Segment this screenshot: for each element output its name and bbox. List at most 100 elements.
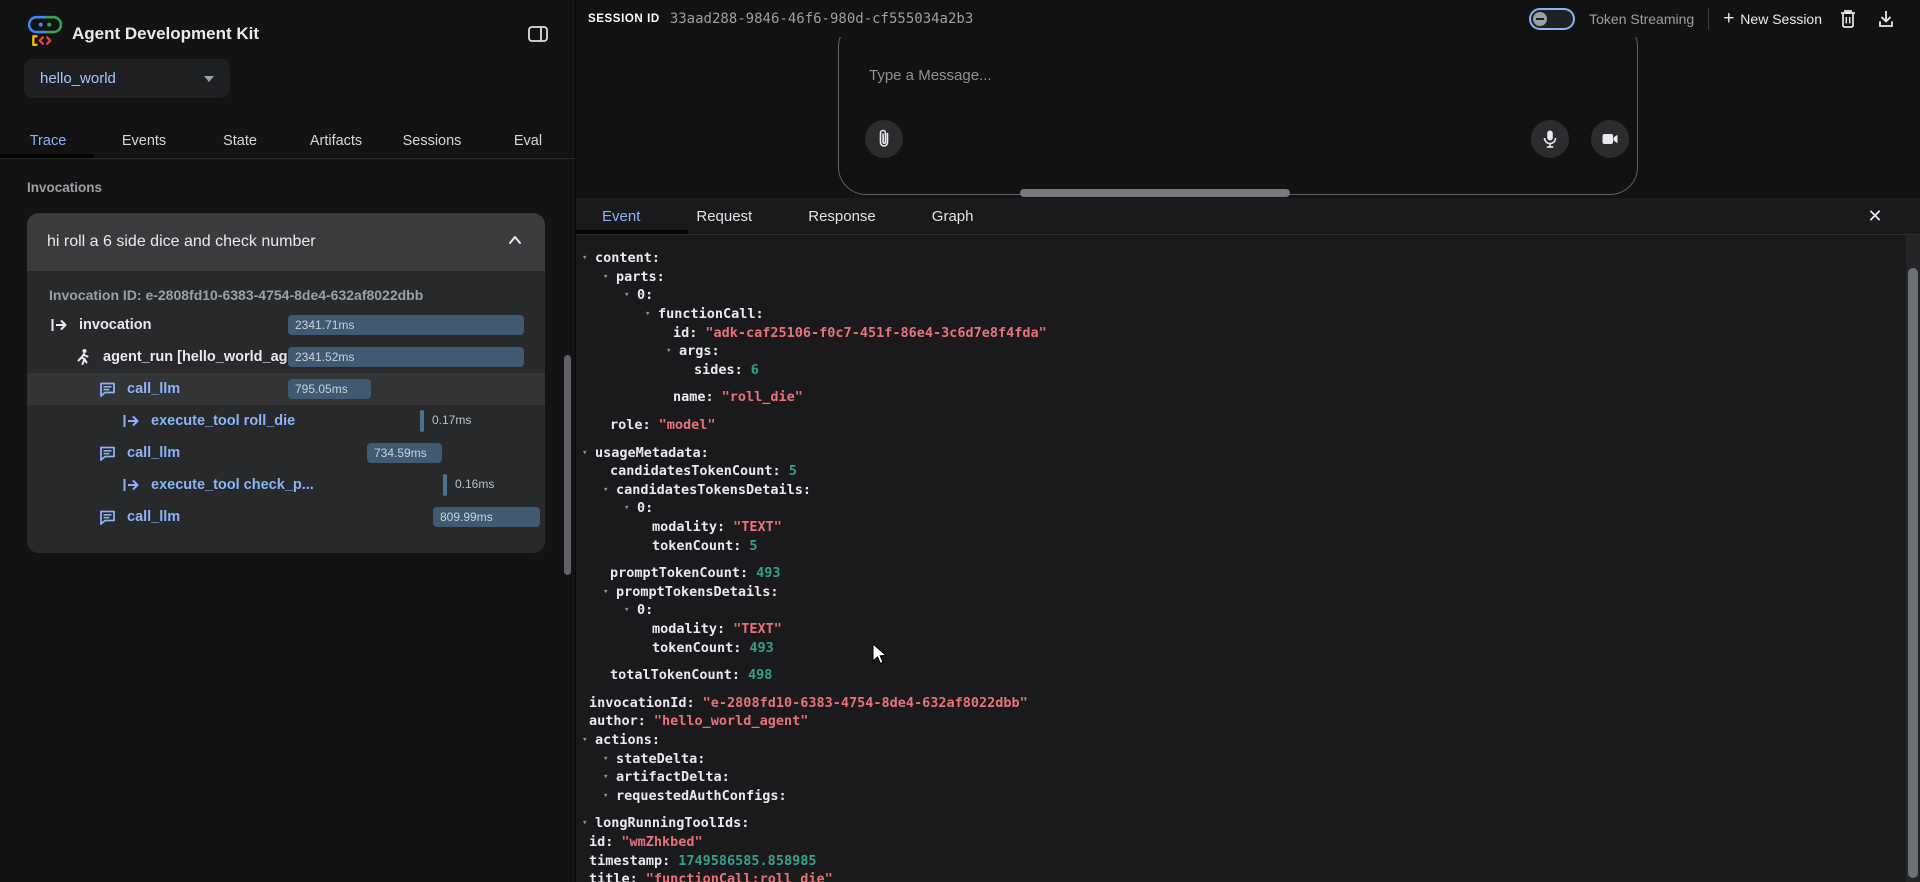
tab-eval[interactable]: Eval	[480, 124, 576, 158]
json-key: totalTokenCount:	[610, 667, 740, 683]
token-streaming-toggle[interactable]	[1529, 8, 1575, 30]
new-session-button[interactable]: + New Session	[1723, 11, 1822, 27]
trace-card-header[interactable]: hi roll a 6 side dice and check number	[27, 213, 545, 271]
json-line: ▾0:	[582, 286, 1920, 305]
agent-select-dropdown[interactable]: hello_world	[24, 59, 230, 98]
expand-triangle-icon[interactable]: ▾	[603, 772, 616, 782]
json-line: ▾usageMetadata:	[582, 443, 1920, 462]
json-line: tokenCount:493	[582, 638, 1920, 657]
trace-span-row[interactable]: execute_tool roll_die0.17ms	[27, 405, 545, 437]
trace-duration-bar: 2341.52ms	[288, 347, 524, 367]
microphone-button[interactable]	[1531, 120, 1569, 158]
maps-to-icon	[121, 475, 141, 495]
json-value: "model"	[659, 417, 716, 433]
json-value: "wmZhkbed"	[621, 834, 702, 850]
json-line: ▾candidatesTokensDetails:	[582, 481, 1920, 500]
invocation-id: Invocation ID: e-2808fd10-6383-4754-8de4…	[49, 287, 545, 303]
message-input[interactable]	[867, 66, 1471, 85]
json-line: id: "wmZhkbed"	[582, 833, 1920, 852]
chevron-down-icon	[204, 76, 214, 82]
trace-duration-label: 0.16ms	[455, 477, 494, 491]
trace-span-row[interactable]: call_llm734.59ms	[27, 437, 545, 469]
json-key: promptTokensDetails:	[616, 584, 779, 600]
active-tab-ink-bar	[0, 154, 94, 158]
json-key: id:	[589, 834, 613, 850]
trace-duration-bar: 2341.71ms	[288, 315, 524, 335]
trace-span-row[interactable]: call_llm795.05ms	[27, 373, 545, 405]
adk-robot-logo	[28, 14, 62, 48]
chat-icon	[97, 379, 117, 399]
vertical-scrollbar[interactable]	[1908, 268, 1918, 878]
video-button[interactable]	[1591, 120, 1629, 158]
json-key: modality:	[652, 519, 725, 535]
json-key: name:	[673, 389, 714, 405]
trace-span-row[interactable]: execute_tool check_p...0.16ms	[27, 469, 545, 501]
expand-triangle-icon[interactable]: ▾	[582, 253, 595, 263]
horizontal-scrollbar[interactable]	[1020, 189, 1290, 197]
new-session-label: New Session	[1740, 11, 1822, 27]
left-panel-scrollbar[interactable]	[564, 355, 571, 575]
detail-tab-event[interactable]: Event	[602, 208, 640, 225]
tab-state[interactable]: State	[192, 124, 288, 158]
json-value: "e-2808fd10-6383-4754-8de4-632af8022dbb"	[703, 695, 1028, 711]
detail-tab-response[interactable]: Response	[808, 208, 876, 225]
json-line: ▾stateDelta:	[582, 749, 1920, 768]
tab-trace[interactable]: Trace	[0, 124, 96, 158]
tab-bar-divider	[0, 158, 576, 159]
json-line: id:"adk-caf25106-f0c7-451f-86e4-3c6d7e8f…	[582, 323, 1920, 342]
expand-triangle-icon[interactable]: ▾	[603, 754, 616, 764]
app-title: Agent Development Kit	[72, 24, 259, 44]
expand-triangle-icon[interactable]: ▾	[582, 448, 595, 458]
trace-span-row[interactable]: call_llm809.99ms	[27, 501, 545, 533]
expand-triangle-icon[interactable]: ▾	[624, 503, 637, 513]
session-header: SESSION ID 33aad288-9846-46f6-980d-cf555…	[576, 0, 1920, 37]
trace-duration-tick	[420, 410, 424, 432]
json-key: role:	[610, 417, 651, 433]
chat-icon	[97, 443, 117, 463]
detail-tab-request[interactable]: Request	[696, 208, 752, 225]
toggle-knob	[1533, 12, 1547, 26]
attach-file-button[interactable]	[865, 120, 903, 158]
expand-triangle-icon[interactable]: ▾	[603, 272, 616, 282]
expand-triangle-icon[interactable]: ▾	[645, 309, 658, 319]
expand-triangle-icon[interactable]: ▾	[582, 818, 595, 828]
expand-triangle-icon[interactable]: ▾	[624, 605, 637, 615]
left-panel: Agent Development Kit hello_world TraceE…	[0, 0, 576, 882]
detail-tab-graph[interactable]: Graph	[932, 208, 974, 225]
expand-triangle-icon[interactable]: ▾	[582, 735, 595, 745]
expand-triangle-icon[interactable]: ▾	[666, 346, 679, 356]
collapse-panel-icon[interactable]	[526, 22, 550, 46]
delete-session-button[interactable]	[1836, 7, 1860, 31]
json-line: ▾0:	[582, 601, 1920, 620]
trace-span-row[interactable]: agent_run [hello_world_agent]2341.52ms	[27, 341, 545, 373]
close-icon[interactable]: ✕	[1864, 205, 1886, 227]
tab-artifacts[interactable]: Artifacts	[288, 124, 384, 158]
token-streaming-label: Token Streaming	[1589, 11, 1694, 27]
trace-span-row[interactable]: invocation 2341.71ms	[27, 309, 545, 341]
expand-triangle-icon[interactable]: ▾	[624, 290, 637, 300]
download-session-button[interactable]	[1874, 7, 1898, 31]
json-line: tokenCount:5	[582, 536, 1920, 555]
json-key: content:	[595, 250, 660, 266]
json-line: ▾actions:	[582, 731, 1920, 750]
json-line: author:"hello_world_agent"	[582, 712, 1920, 731]
json-value: 5	[749, 538, 757, 554]
detail-tab-bar: Event Request Response Graph	[576, 198, 1920, 235]
json-value: 498	[748, 667, 772, 683]
tab-sessions[interactable]: Sessions	[384, 124, 480, 158]
json-value: "functionCall:roll_die"	[646, 871, 833, 882]
session-id-value: 33aad288-9846-46f6-980d-cf555034a2b3	[670, 11, 973, 27]
json-line: invocationId:"e-2808fd10-6383-4754-8de4-…	[582, 693, 1920, 712]
tab-events[interactable]: Events	[96, 124, 192, 158]
json-value: 493	[749, 640, 773, 656]
expand-triangle-icon[interactable]: ▾	[603, 587, 616, 597]
json-line: totalTokenCount: 498	[582, 666, 1920, 685]
chevron-up-icon[interactable]	[505, 230, 525, 255]
json-key: 0:	[637, 287, 653, 303]
trace-duration-label: 0.17ms	[432, 413, 471, 427]
trace-duration-bar: 795.05ms	[288, 379, 371, 399]
expand-triangle-icon[interactable]: ▾	[603, 791, 616, 801]
json-key: 0:	[637, 602, 653, 618]
trace-span-label: invocation	[79, 317, 152, 333]
expand-triangle-icon[interactable]: ▾	[603, 485, 616, 495]
